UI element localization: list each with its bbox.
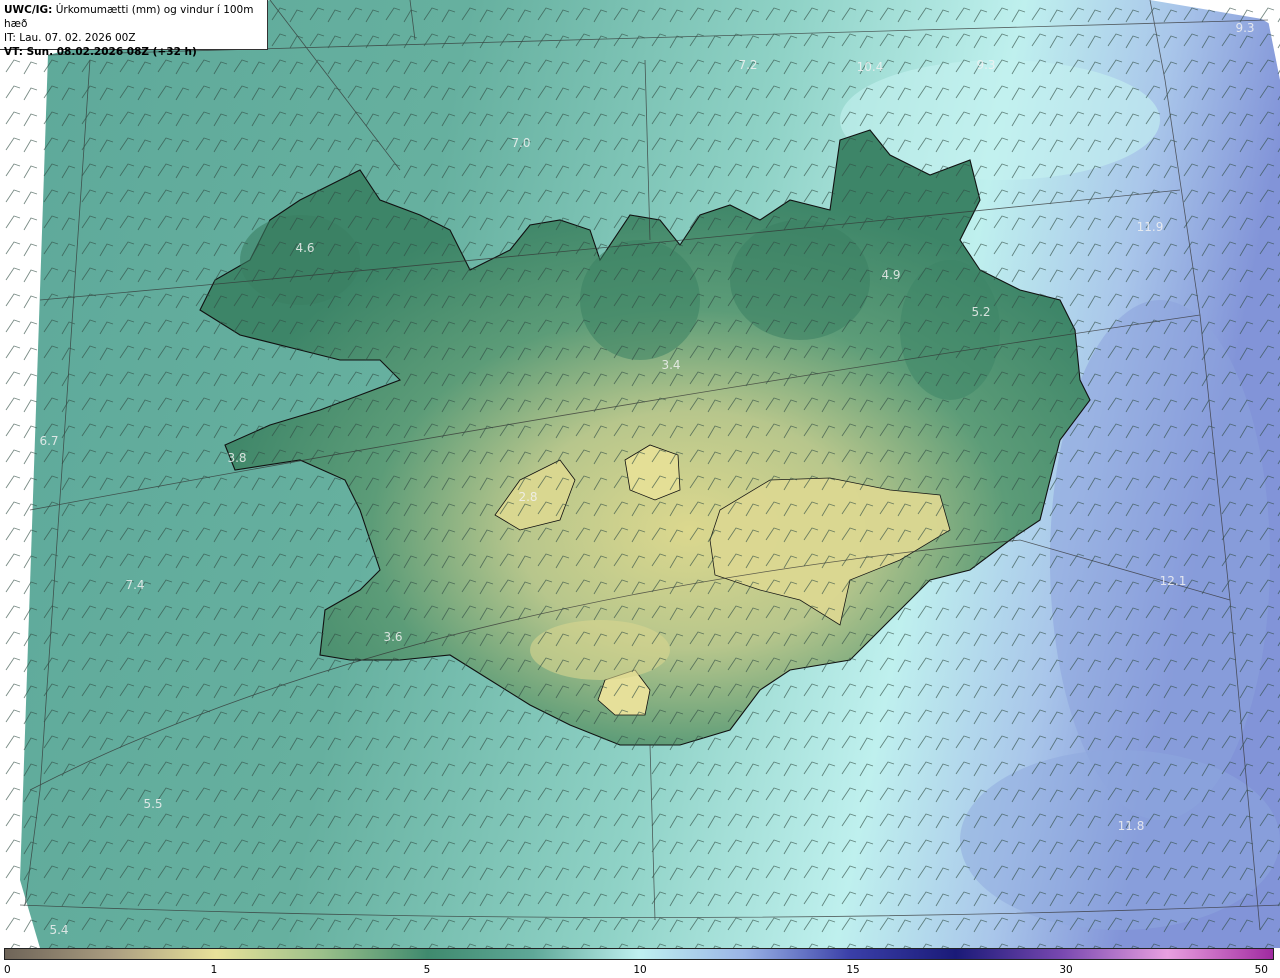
map-value-label: 3.8	[227, 451, 246, 465]
model-name: UWC/IG:	[4, 4, 53, 16]
map-value-label: 3.6	[383, 630, 402, 644]
issue-time: IT: Lau. 07. 02. 2026 00Z	[4, 32, 136, 44]
colorbar-tick-label: 0	[4, 964, 11, 976]
colorbar-tick-label: 30	[1059, 964, 1073, 976]
map-value-label: 10.4	[857, 60, 884, 74]
map-value-label: 5.5	[143, 797, 162, 811]
map-value-label: 4.6	[295, 241, 314, 255]
colorbar-tick-label: 10	[633, 964, 647, 976]
colorbar-tick-label: 50	[1254, 964, 1268, 976]
wind-barbs	[0, 0, 1280, 948]
valid-time: VT: Sun. 08.02.2026 08Z (+32 h)	[4, 46, 197, 58]
map-value-label: 2.8	[518, 490, 537, 504]
forecast-info-box: UWC/IG: Úrkomumætti (mm) og vindur í 100…	[0, 0, 268, 58]
map-value-label: 5.2	[971, 305, 990, 319]
map-value-label: 11.8	[1118, 819, 1145, 833]
map-value-label: 7.0	[511, 136, 530, 150]
map-value-label: 9.3	[976, 58, 995, 72]
map-value-label: 6.7	[39, 434, 58, 448]
colorbar-tick-label: 1	[210, 964, 218, 976]
colorbar-tick-label: 5	[423, 964, 431, 976]
map-value-label: 12.1	[1160, 574, 1187, 588]
map-value-label: 7.2	[738, 58, 757, 72]
colorbar-legend: 0 1 5 10 15 30 50	[0, 948, 1280, 978]
colorbar-strip	[4, 948, 1274, 960]
precipitation-map: 9.3 7.2 10.4 9.3 7.0 11.9 4.6 4.9 5.2 3.4 6.7 3.8 2.…	[0, 0, 1280, 948]
map-value-label: 4.9	[881, 268, 900, 282]
map-value-label: 9.3	[1235, 21, 1254, 35]
map-value-label: 7.4	[125, 578, 144, 592]
map-value-label: 11.9	[1137, 220, 1164, 234]
colorbar-tick-label: 15	[846, 964, 860, 976]
map-value-label: 3.4	[661, 358, 680, 372]
map-value-label: 5.4	[49, 923, 68, 937]
